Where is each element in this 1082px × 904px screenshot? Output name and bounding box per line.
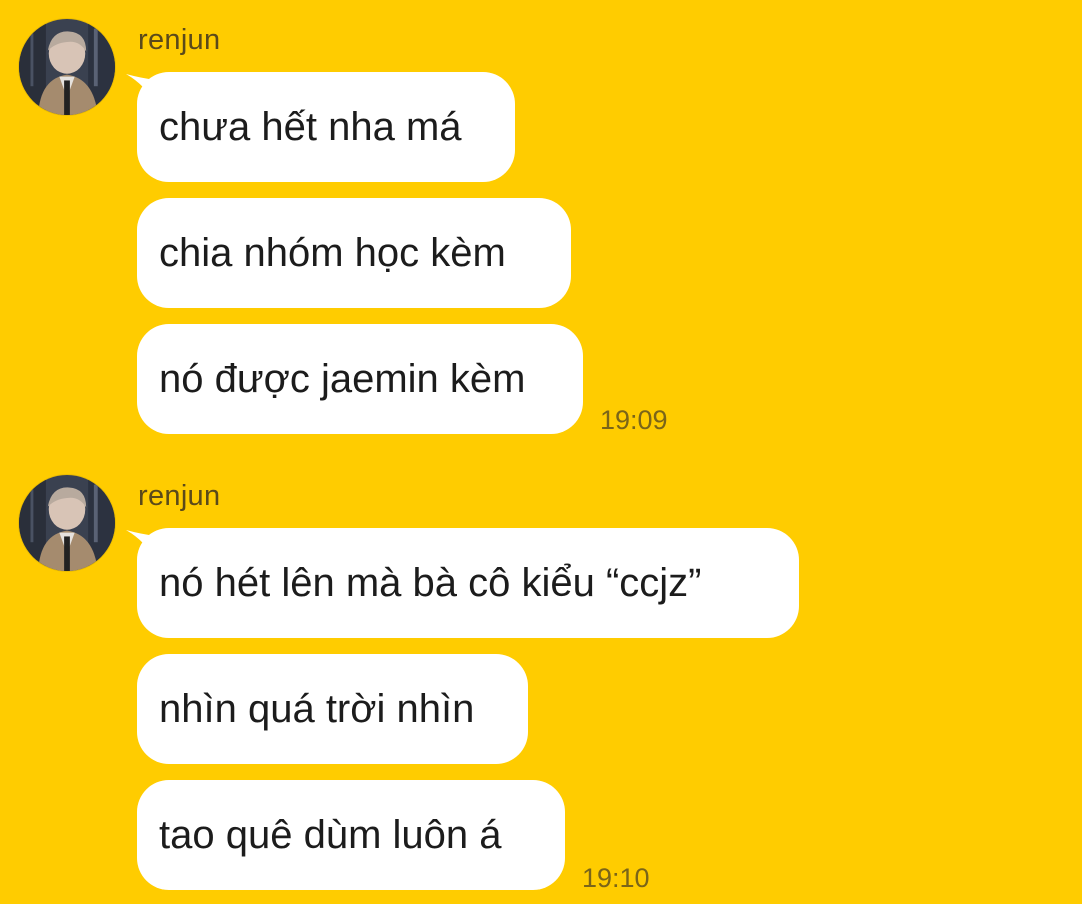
chat-thread: renjun chưa hết nha má chia nhóm học kèm… [0,0,1082,904]
message-bubble[interactable]: tao quê dùm luôn á [137,780,565,890]
profile-photo-avatar-icon [19,475,115,571]
sender-name: renjun [138,480,221,512]
message-bubble[interactable]: nó hét lên mà bà cô kiểu “ccjz” [137,528,799,638]
message-group: renjun nó hét lên mà bà cô kiểu “ccjz” n… [0,0,1082,904]
message-timestamp: 19:10 [582,863,650,893]
avatar[interactable] [18,474,116,572]
message-bubble[interactable]: nhìn quá trời nhìn [137,654,528,764]
